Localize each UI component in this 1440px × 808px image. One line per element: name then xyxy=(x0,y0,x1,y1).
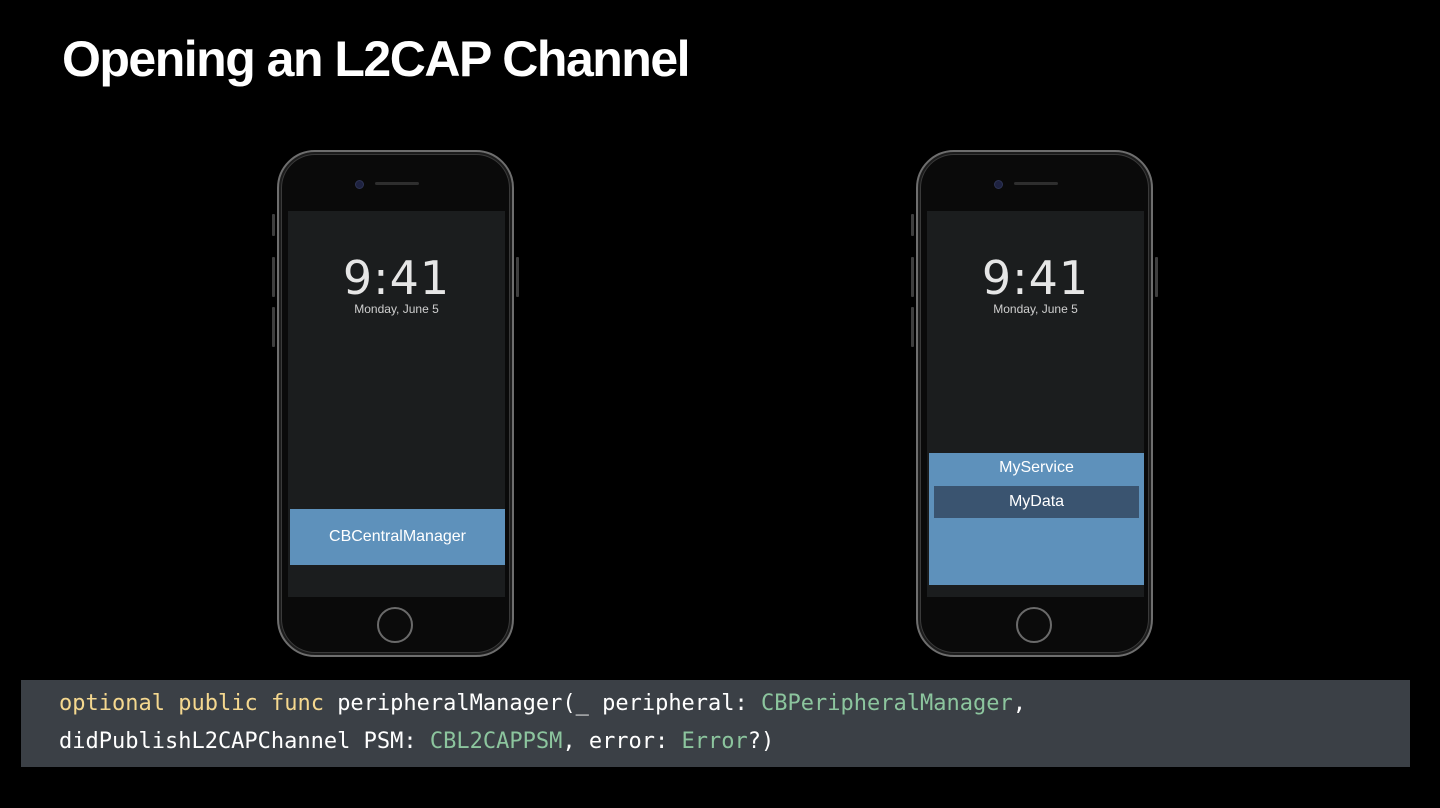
home-button[interactable] xyxy=(1016,607,1052,643)
lock-screen-time: 9:41 xyxy=(342,251,451,305)
camera-icon xyxy=(355,180,364,189)
keyword-token: optional xyxy=(59,691,165,716)
lock-screen-date: Monday, June 5 xyxy=(354,302,439,316)
code-text: ?) xyxy=(747,729,775,754)
phone-peripheral: 9:41 Monday, June 5 MyService MyData xyxy=(911,150,1158,657)
type-token: CBPeripheralManager xyxy=(761,691,1013,716)
type-token: Error xyxy=(681,729,748,754)
speaker-grille xyxy=(375,182,419,185)
code-text: didPublishL2CAPChannel PSM: xyxy=(59,729,430,754)
side-button xyxy=(516,257,519,297)
service-panel: MyService MyData xyxy=(929,453,1144,585)
code-text: , xyxy=(1012,691,1026,716)
service-label: MyService xyxy=(999,459,1074,476)
phone-screen: 9:41 Monday, June 5 MyService MyData xyxy=(927,211,1144,597)
characteristic-panel: MyData xyxy=(934,486,1139,518)
side-button xyxy=(272,257,275,297)
side-button xyxy=(1155,257,1158,297)
phone-central: 9:41 Monday, June 5 CBCentralManager xyxy=(272,150,519,657)
camera-icon xyxy=(994,180,1003,189)
code-snippet: optional public func peripheralManager(_… xyxy=(21,680,1410,767)
side-button xyxy=(911,257,914,297)
code-line-1: optional public func peripheralManager(_… xyxy=(59,690,1410,728)
central-manager-panel: CBCentralManager xyxy=(290,509,505,565)
lock-screen-time: 9:41 xyxy=(981,251,1090,305)
side-button xyxy=(911,214,914,236)
speaker-grille xyxy=(1014,182,1058,185)
code-text: , error: xyxy=(562,729,682,754)
code-text: peripheralManager(_ peripheral: xyxy=(337,691,762,716)
type-token: CBL2CAPPSM xyxy=(429,729,563,754)
lock-screen-date: Monday, June 5 xyxy=(993,302,1078,316)
home-button[interactable] xyxy=(377,607,413,643)
keyword-token: public xyxy=(178,691,258,716)
phone-screen: 9:41 Monday, June 5 CBCentralManager xyxy=(288,211,505,597)
slide-title: Opening an L2CAP Channel xyxy=(62,31,691,87)
side-button xyxy=(272,214,275,236)
code-line-2: didPublishL2CAPChannel PSM: CBL2CAPPSM, … xyxy=(59,728,1410,766)
side-button xyxy=(911,307,914,347)
side-button xyxy=(272,307,275,347)
keyword-token: func xyxy=(270,691,324,716)
